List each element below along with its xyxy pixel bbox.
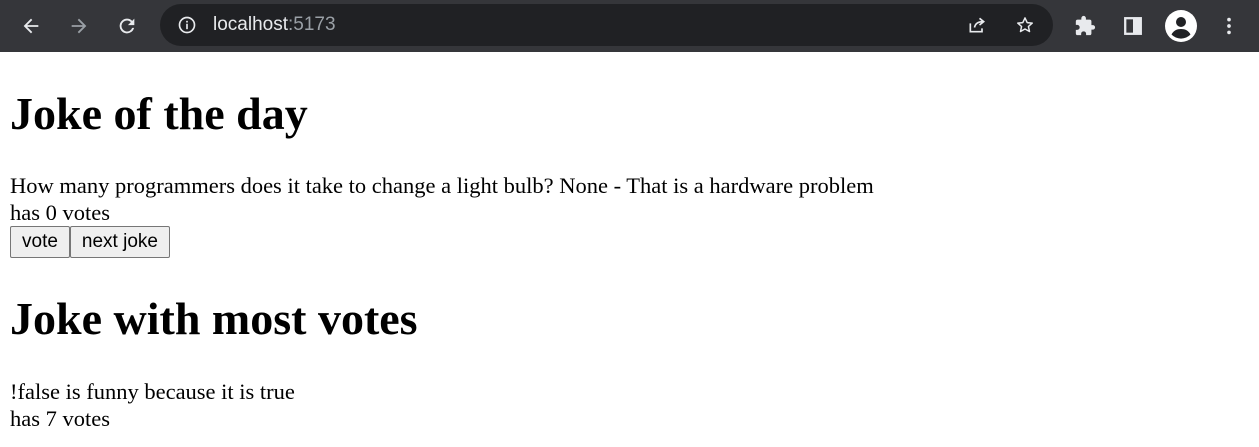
forward-button[interactable] (61, 8, 97, 44)
back-button[interactable] (13, 8, 49, 44)
reload-button[interactable] (109, 8, 145, 44)
joke-of-the-day-text: How many programmers does it take to cha… (10, 173, 874, 198)
url-port: :5173 (288, 14, 336, 35)
browser-toolbar: localhost:5173 (0, 0, 1259, 52)
most-votes-heading: Joke with most votes (10, 293, 418, 344)
vote-button[interactable]: vote (10, 226, 70, 258)
most-votes-count: has 7 votes (10, 406, 110, 431)
profile-icon (1165, 10, 1197, 42)
bookmark-button[interactable] (1014, 14, 1036, 36)
extensions-button[interactable] (1068, 9, 1102, 43)
profile-button[interactable] (1164, 9, 1198, 43)
browser-menu-button[interactable] (1212, 9, 1246, 43)
side-panel-icon (1124, 17, 1142, 35)
star-icon (1017, 17, 1033, 33)
url-text[interactable]: localhost:5173 (213, 4, 336, 46)
site-info-button[interactable] (176, 14, 198, 36)
address-bar[interactable]: localhost:5173 (160, 4, 1053, 46)
kebab-menu-icon (1227, 17, 1231, 35)
info-icon (178, 16, 196, 34)
most-votes-joke-text: !false is funny because it is true (10, 379, 295, 404)
share-icon (969, 17, 986, 33)
arrow-right-icon (71, 18, 87, 34)
side-panel-button[interactable] (1116, 9, 1150, 43)
next-joke-button[interactable]: next joke (69, 226, 170, 258)
puzzle-icon (1075, 15, 1096, 36)
arrow-left-icon (23, 18, 39, 34)
joke-actions: vote next joke (10, 226, 170, 258)
share-button[interactable] (966, 14, 988, 36)
joke-of-the-day-votes: has 0 votes (10, 200, 110, 225)
url-host: localhost (213, 14, 288, 35)
joke-of-the-day-heading: Joke of the day (10, 88, 308, 139)
reload-icon (119, 18, 135, 34)
